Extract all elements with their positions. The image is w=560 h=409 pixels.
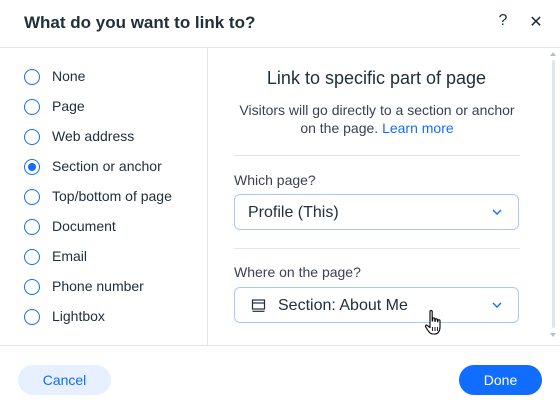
radio-button[interactable] [24,69,40,85]
radio-button-checked[interactable] [24,159,40,175]
radio-button[interactable] [24,279,40,295]
help-icon[interactable]: ? [494,12,512,34]
chevron-down-icon [492,209,502,215]
radio-button[interactable] [24,129,40,145]
link-type-option-page[interactable]: Page [24,96,204,118]
scroll-up-arrow-icon[interactable] [550,52,556,56]
done-button[interactable]: Done [459,365,542,395]
radio-button[interactable] [24,189,40,205]
where-on-page-value: Section: About Me [278,297,408,314]
link-settings-panel: Link to specific part of page Visitors w… [209,48,560,345]
panel-description-text: Visitors will go directly to a section o… [239,102,515,136]
link-type-label: Section or anchor [52,158,162,174]
panel-description: Visitors will go directly to a section o… [235,101,519,137]
section-icon [251,299,266,312]
close-icon[interactable]: ✕ [526,12,546,34]
scroll-down-arrow-icon[interactable] [550,333,556,337]
link-type-option-top-bottom[interactable]: Top/bottom of page [24,186,204,208]
radio-button[interactable] [24,309,40,325]
link-type-label: Lightbox [52,308,105,324]
link-type-label: Web address [52,128,135,144]
link-type-option-none[interactable]: None [24,66,204,88]
link-type-option-section-or-anchor[interactable]: Section or anchor [24,156,204,178]
link-type-option-web-address[interactable]: Web address [24,126,204,148]
dialog-header: What do you want to link to? ? ✕ [0,0,560,48]
divider [234,155,520,156]
link-type-label: Page [52,98,85,114]
link-type-option-document[interactable]: Document [24,216,204,238]
dialog-footer: Cancel Done [0,345,560,409]
link-type-label: Document [52,218,116,234]
link-type-label: Top/bottom of page [52,188,172,204]
link-type-list: None Page Web address Section or anchor … [0,48,208,345]
link-type-option-email[interactable]: Email [24,246,204,268]
radio-button[interactable] [24,99,40,115]
link-type-label: Email [52,248,88,264]
link-type-label: None [52,68,86,84]
which-page-label: Which page? [234,172,316,188]
which-page-value: Profile (This) [248,204,339,221]
divider [234,248,520,249]
scrollbar-thumb[interactable] [552,60,555,328]
radio-button[interactable] [24,219,40,235]
radio-button[interactable] [24,249,40,265]
learn-more-link[interactable]: Learn more [382,120,454,136]
link-type-option-lightbox[interactable]: Lightbox [24,306,204,328]
which-page-dropdown[interactable]: Profile (This) [234,194,519,230]
where-on-page-label: Where on the page? [234,264,361,280]
where-on-page-dropdown[interactable]: Section: About Me [234,287,519,323]
cancel-button[interactable]: Cancel [18,365,111,395]
chevron-down-icon [492,302,502,308]
dialog-title: What do you want to link to? [24,13,256,32]
link-type-label: Phone number [52,278,144,294]
link-type-option-phone-number[interactable]: Phone number [24,276,204,298]
panel-title: Link to specific part of page [266,68,487,88]
